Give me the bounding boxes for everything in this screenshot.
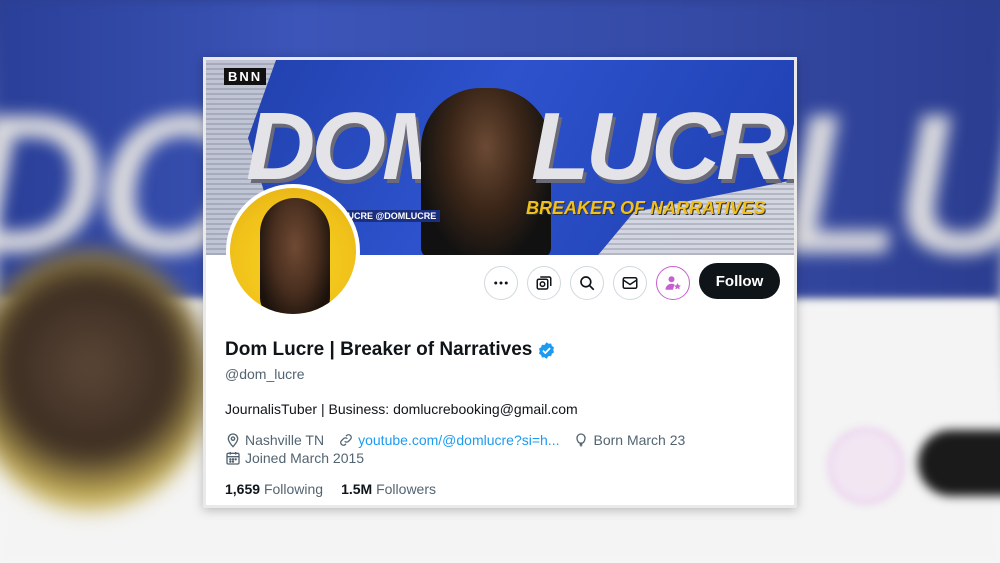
follow-stats: 1,659 Following 1.5M Followers (225, 481, 454, 497)
profile-card: BNN DOM LUCRE LUCRE @DOMLUCRE BREAKER OF… (203, 57, 797, 508)
birthday-text: Born March 23 (593, 432, 686, 448)
website-link[interactable]: youtube.com/@domlucre?si=h... (358, 432, 559, 448)
birthday: Born March 23 (573, 432, 685, 448)
subscription-icon (536, 276, 552, 290)
followers-label: Followers (376, 481, 436, 497)
location: Nashville TN (225, 432, 324, 448)
display-name: Dom Lucre | Breaker of Narratives (225, 339, 533, 360)
location-text: Nashville TN (245, 432, 325, 448)
background-button-blur (828, 428, 904, 504)
more-button[interactable] (484, 266, 518, 300)
joined: Joined March 2015 (225, 450, 364, 466)
verified-badge-icon[interactable] (537, 341, 556, 360)
following-label: Following (263, 481, 324, 497)
joined-text: Joined March 2015 (245, 450, 365, 466)
link-icon (340, 434, 353, 446)
location-pin-icon (227, 433, 239, 448)
background-follow-blur (918, 430, 1000, 496)
mail-icon (622, 277, 638, 289)
banner-handle-strip: LUCRE @DOMLUCRE (338, 210, 441, 222)
creator-subscribe-button[interactable] (656, 266, 690, 300)
display-name-row: Dom Lucre | Breaker of Narratives (225, 339, 556, 361)
following-stat[interactable]: 1,659 Following (225, 481, 323, 497)
profile-meta-row-2: Joined March 2015 (225, 450, 378, 466)
message-button[interactable] (613, 266, 647, 300)
following-count: 1,659 (225, 481, 261, 497)
balloon-icon (576, 433, 587, 447)
search-icon (580, 276, 595, 291)
website[interactable]: youtube.com/@domlucre?si=h... (338, 432, 559, 448)
username: @dom_lucre (225, 366, 305, 382)
banner-tagline: BREAKER OF NARRATIVES (526, 198, 766, 218)
followers-count: 1.5M (341, 481, 373, 497)
subscription-button[interactable] (527, 266, 561, 300)
search-button[interactable] (570, 266, 604, 300)
banner-logo: BNN (224, 68, 267, 85)
calendar-icon (226, 452, 240, 465)
creator-subscribe-icon (665, 276, 681, 290)
profile-actions: Follow (206, 263, 794, 306)
more-dots-icon (494, 281, 508, 285)
background-text-right: LUCRE (780, 73, 1000, 296)
follow-button[interactable]: Follow (699, 263, 780, 299)
profile-meta-row-1: Nashville TN youtube.com/@domlucre?si=h.… (225, 432, 699, 448)
bio: JournalisTuber | Business: domlucrebooki… (225, 401, 578, 417)
banner-title-lucre: LUCRE (531, 93, 794, 200)
followers-stat[interactable]: 1.5M Followers (341, 481, 436, 497)
